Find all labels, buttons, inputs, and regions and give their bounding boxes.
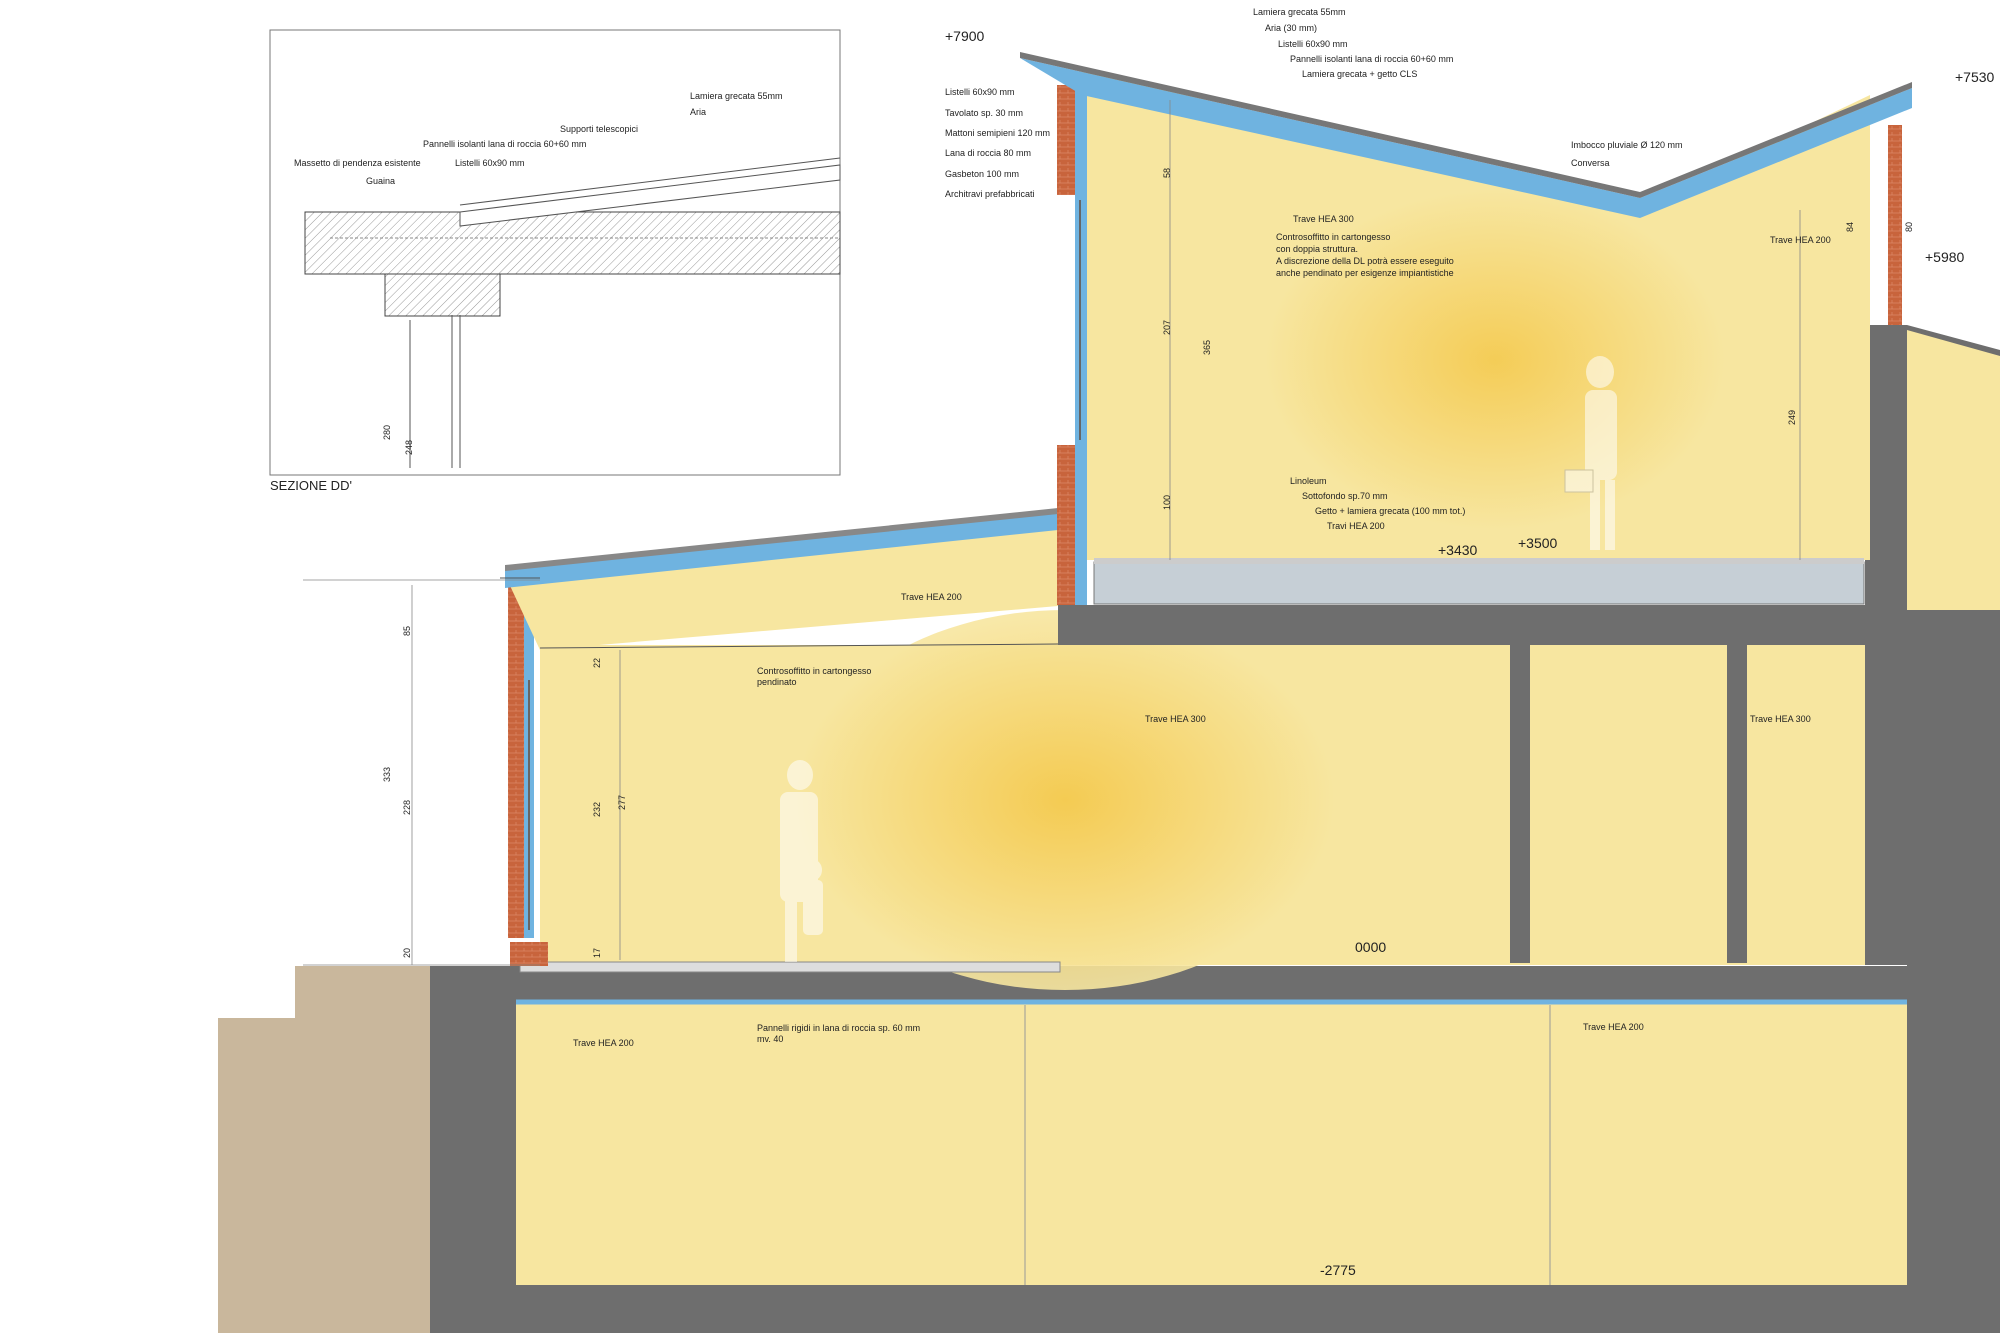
detail-label-membrane: Guaina	[366, 176, 395, 186]
detail-label-panels: Pannelli isolanti lana di roccia 60+60 m…	[423, 139, 586, 149]
label-basement-beam-left: Trave HEA 200	[573, 1038, 634, 1048]
label-linoleum: Linoleum	[1290, 476, 1327, 486]
label-basement-insulation-1: Pannelli rigidi in lana di roccia sp. 60…	[757, 1023, 920, 1033]
ground-soil	[218, 966, 465, 1333]
label-upper-beam: Trave HEA 300	[1293, 214, 1354, 224]
upper-linoleum	[1094, 558, 1864, 564]
level-7900: +7900	[945, 28, 985, 44]
detail-dim-2: 248	[404, 440, 414, 455]
label-basement-insulation-2: mv. 40	[757, 1034, 783, 1044]
label-roof-battens: Listelli 60x90 mm	[1278, 39, 1348, 49]
dim-lower-333: 333	[382, 767, 392, 782]
detail-section: 280 248 Lamiera grecata 55mm Aria Suppor…	[269, 29, 841, 493]
detail-label-air: Aria	[690, 107, 706, 117]
label-air: Aria (30 mm)	[1265, 23, 1317, 33]
basement-room	[516, 1000, 2000, 1285]
left-wall-base	[510, 942, 548, 966]
dim-lower-17: 17	[592, 948, 602, 958]
label-slab: Getto + lamiera grecata (100 mm tot.)	[1315, 506, 1465, 516]
dim-upper-84: 84	[1845, 222, 1855, 232]
label-lower-ceiling-1: Controsoffitto in cartongesso	[757, 666, 871, 676]
level-0000: 0000	[1355, 939, 1386, 955]
label-roof-panels: Pannelli isolanti lana di roccia 60+60 m…	[1290, 54, 1453, 64]
label-subfloor: Sottofondo sp.70 mm	[1302, 491, 1388, 501]
label-lintels: Architravi prefabbricati	[945, 189, 1035, 199]
label-upper-ceiling-4: anche pendinato per esigenze impiantisti…	[1276, 268, 1454, 278]
dim-lower-228: 228	[402, 800, 412, 815]
dim-upper-80: 80	[1904, 222, 1914, 232]
label-floor-beams: Travi HEA 200	[1327, 521, 1385, 531]
detail-beam	[384, 273, 501, 317]
detail-label-sheet: Lamiera grecata 55mm	[690, 91, 783, 101]
label-flashing: Conversa	[1571, 158, 1610, 168]
label-roof-deck: Lamiera grecata + getto CLS	[1302, 69, 1417, 79]
dim-lower-20: 20	[402, 948, 412, 958]
label-lower-roof-beam: Trave HEA 200	[901, 592, 962, 602]
detail-label-supports: Supporti telescopici	[560, 124, 638, 134]
label-lower-beam-right: Trave HEA 300	[1750, 714, 1811, 724]
column-1	[1510, 645, 1530, 963]
level-3430: +3430	[1438, 542, 1478, 558]
left-wall-brick	[508, 578, 524, 938]
label-downpipe: Imbocco pluviale Ø 120 mm	[1571, 140, 1683, 150]
level-7530: +7530	[1955, 69, 1995, 85]
dim-lower-232: 232	[592, 802, 602, 817]
label-upper-right-beam: Trave HEA 200	[1770, 235, 1831, 245]
detail-label-screed: Massetto di pendenza esistente	[294, 158, 421, 168]
label-upper-ceiling-1: Controsoffitto in cartongesso	[1276, 232, 1390, 242]
upper-slab	[1058, 605, 2000, 645]
label-planks: Tavolato sp. 30 mm	[945, 108, 1023, 118]
detail-slab	[304, 211, 841, 275]
upper-floor-build-up	[1093, 561, 1865, 605]
dim-upper-249: 249	[1787, 410, 1797, 425]
label-battens: Listelli 60x90 mm	[945, 87, 1015, 97]
dim-lower-277: 277	[617, 795, 627, 810]
level-3500: +3500	[1518, 535, 1558, 551]
groundfloor-screed	[519, 961, 1061, 973]
detail-dim-1: 280	[382, 425, 392, 440]
label-rockwool: Lana di roccia 80 mm	[945, 148, 1031, 158]
level-minus-2775: -2775	[1320, 1262, 1356, 1278]
upper-wall-brick-low	[1057, 445, 1075, 605]
column-2	[1727, 645, 1747, 963]
dim-upper-365: 365	[1202, 340, 1212, 355]
dim-upper-207: 207	[1162, 320, 1172, 335]
upper-wall-brick-high	[1057, 85, 1075, 195]
right-wall-brick	[1888, 125, 1902, 325]
level-5980: +5980	[1925, 249, 1965, 265]
label-lower-beam-mid: Trave HEA 300	[1145, 714, 1206, 724]
groundfloor-light	[795, 610, 1335, 990]
label-upper-ceiling-2: con doppia struttura.	[1276, 244, 1358, 254]
label-gasbeton: Gasbeton 100 mm	[945, 169, 1019, 179]
label-upper-ceiling-3: A discrezione della DL potrà essere eseg…	[1276, 256, 1454, 266]
label-basement-beam-right: Trave HEA 200	[1583, 1022, 1644, 1032]
dim-lower-85: 85	[402, 626, 412, 636]
detail-title: SEZIONE DD'	[270, 478, 352, 493]
dim-upper-100: 100	[1162, 495, 1172, 510]
label-lower-ceiling-2: pendinato	[757, 677, 797, 687]
detail-label-battens: Listelli 60x90 mm	[455, 158, 525, 168]
label-roof-sheet: Lamiera grecata 55mm	[1253, 7, 1346, 17]
dim-lower-22: 22	[592, 658, 602, 668]
dim-upper-58: 58	[1162, 168, 1172, 178]
section-drawing: 280 248 Lamiera grecata 55mm Aria Suppor…	[218, 7, 2000, 1333]
right-building-room	[1907, 330, 2000, 610]
drawing-canvas: 280 248 Lamiera grecata 55mm Aria Suppor…	[0, 0, 2000, 1333]
label-bricks: Mattoni semipieni 120 mm	[945, 128, 1050, 138]
left-wall-labels: Listelli 60x90 mm Tavolato sp. 30 mm Mat…	[945, 87, 1050, 199]
column-right	[1865, 325, 1907, 965]
